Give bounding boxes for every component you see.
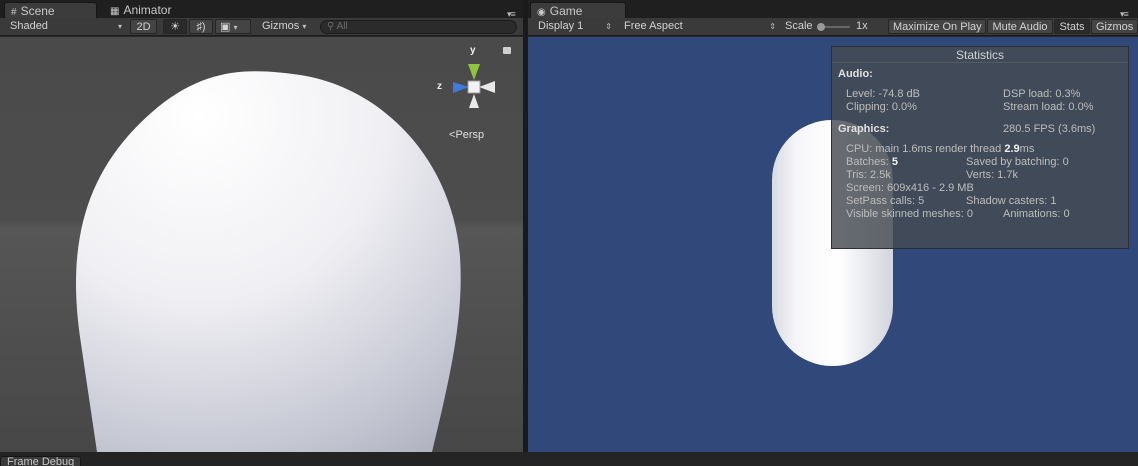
tab-game-label: Game bbox=[549, 4, 583, 18]
tab-frame-debug[interactable]: Frame Debug bbox=[0, 456, 82, 466]
game-toolbar: Display 1 ⇕ Free Aspect ⇕ Scale 1x Maxim… bbox=[528, 18, 1138, 36]
maximize-on-play-button[interactable]: Maximize On Play bbox=[888, 19, 986, 34]
tab-animator-label: Animator bbox=[123, 3, 172, 17]
axis-gizmo-icon bbox=[453, 64, 495, 108]
search-placeholder: All bbox=[336, 21, 348, 32]
scale-value: 1x bbox=[856, 20, 868, 32]
stats-label: Stats bbox=[1059, 21, 1085, 33]
gizmo-z-label: z bbox=[437, 81, 442, 92]
frame-debug-label: Frame Debug bbox=[7, 456, 75, 466]
shadow-casters: Shadow casters: 1 bbox=[966, 195, 1057, 207]
statistics-overlay: Statistics Audio: Level: -74.8 dB DSP lo… bbox=[831, 46, 1129, 249]
aspect-label: Free Aspect bbox=[624, 20, 683, 32]
scene-toolbar: Shaded ▾ 2D ☀ ♯) ▣ ▾ Gizmos ▾ ⚲ All bbox=[0, 18, 523, 36]
game-gizmos-label: Gizmos bbox=[1096, 21, 1134, 33]
saved-by-batching: Saved by batching: 0 bbox=[966, 156, 1069, 168]
effects-toggle-button[interactable]: ▣ ▾ bbox=[215, 19, 251, 34]
stream-load: Stream load: 0.0% bbox=[1003, 101, 1094, 113]
display-arrow-icon: ⇕ bbox=[605, 22, 612, 31]
animations-count: Animations: 0 bbox=[1003, 208, 1070, 220]
stats-button[interactable]: Stats bbox=[1054, 19, 1090, 34]
tris-count: Tris: 2.5k bbox=[846, 169, 891, 181]
orientation-gizmo[interactable]: y z bbox=[433, 44, 513, 124]
sun-icon: ☀ bbox=[170, 21, 180, 33]
lighting-toggle-button[interactable]: ☀ bbox=[163, 19, 187, 34]
scale-label: Scale bbox=[785, 20, 813, 32]
scene-tabstrip: # Scene ▦ Animator ▾≡ bbox=[0, 0, 523, 19]
capsule-mesh[interactable] bbox=[76, 71, 461, 452]
cpu-render-value: 2.9 bbox=[1004, 143, 1020, 155]
maximize-on-play-label: Maximize On Play bbox=[893, 21, 982, 33]
tab-animator[interactable]: ▦ Animator bbox=[104, 2, 177, 19]
gizmo-y-label: y bbox=[470, 45, 476, 56]
bottom-dock bbox=[0, 452, 1138, 466]
2d-toggle-button[interactable]: 2D bbox=[130, 19, 157, 34]
verts-count: Verts: 1.7k bbox=[966, 169, 1018, 181]
mute-audio-button[interactable]: Mute Audio bbox=[987, 19, 1053, 34]
batches-value: 5 bbox=[891, 156, 898, 168]
scale-slider[interactable] bbox=[817, 23, 850, 31]
fps-readout: 280.5 FPS (3.6ms) bbox=[1003, 123, 1096, 135]
dsp-load: DSP load: 0.3% bbox=[1003, 88, 1081, 100]
game-viewport[interactable]: Statistics Audio: Level: -74.8 dB DSP lo… bbox=[528, 37, 1138, 452]
search-icon: ⚲ bbox=[327, 21, 335, 32]
statistics-title: Statistics bbox=[832, 47, 1128, 63]
audio-heading: Audio: bbox=[838, 68, 873, 80]
graphics-heading: Graphics: bbox=[838, 123, 890, 135]
cpu-suffix: ms bbox=[1019, 143, 1035, 155]
aspect-dropdown[interactable]: Free Aspect ⇕ bbox=[620, 19, 778, 34]
gizmos-dropdown[interactable]: Gizmos ▾ bbox=[258, 19, 314, 34]
audio-clipping: Clipping: 0.0% bbox=[846, 101, 917, 113]
2d-toggle-label: 2D bbox=[136, 21, 151, 33]
gizmos-arrow-icon: ▾ bbox=[302, 22, 307, 31]
mute-audio-label: Mute Audio bbox=[992, 21, 1048, 33]
scene-search-input[interactable]: ⚲ All bbox=[320, 20, 517, 34]
scale-slider-thumb[interactable] bbox=[817, 23, 825, 31]
game-tabstrip: ◉ Game ▾≡ bbox=[528, 0, 1138, 19]
tab-scene[interactable]: # Scene bbox=[4, 2, 97, 19]
audio-toggle-button[interactable]: ♯) bbox=[189, 19, 213, 34]
screen-info: Screen: 609x416 - 2.9 MB bbox=[846, 182, 974, 194]
scene-viewport[interactable]: y z <Persp bbox=[0, 37, 523, 452]
effects-dropdown-arrow-icon: ▾ bbox=[233, 23, 238, 32]
dropdown-arrow-icon: ▾ bbox=[117, 22, 122, 31]
game-gizmos-button[interactable]: Gizmos bbox=[1091, 19, 1138, 34]
shading-mode-label: Shaded bbox=[10, 20, 48, 32]
speaker-icon: ♯) bbox=[196, 21, 206, 33]
image-icon: ▣ bbox=[220, 21, 231, 33]
display-dropdown[interactable]: Display 1 ⇕ bbox=[534, 19, 614, 34]
cpu-prefix: CPU: main 1.6ms render thread bbox=[846, 143, 1005, 155]
tab-game[interactable]: ◉ Game bbox=[530, 2, 626, 19]
batches: Batches: 5 bbox=[846, 156, 898, 169]
audio-level: Level: -74.8 dB bbox=[846, 88, 920, 100]
projection-toggle[interactable]: <Persp bbox=[449, 129, 484, 141]
lock-icon[interactable] bbox=[503, 47, 511, 54]
batches-prefix: Batches: bbox=[846, 156, 892, 168]
display-label: Display 1 bbox=[538, 20, 584, 32]
setpass-calls: SetPass calls: 5 bbox=[846, 195, 925, 207]
tab-scene-label: Scene bbox=[20, 4, 55, 18]
gizmos-label: Gizmos bbox=[262, 20, 300, 32]
visible-skinned-meshes: Visible skinned meshes: 0 bbox=[846, 208, 973, 220]
aspect-arrow-icon: ⇕ bbox=[769, 22, 776, 31]
cpu-timing: CPU: main 1.6ms render thread 2.9ms bbox=[846, 143, 1034, 156]
shading-mode-dropdown[interactable]: Shaded ▾ bbox=[6, 19, 126, 34]
projection-label: Persp bbox=[455, 129, 485, 141]
